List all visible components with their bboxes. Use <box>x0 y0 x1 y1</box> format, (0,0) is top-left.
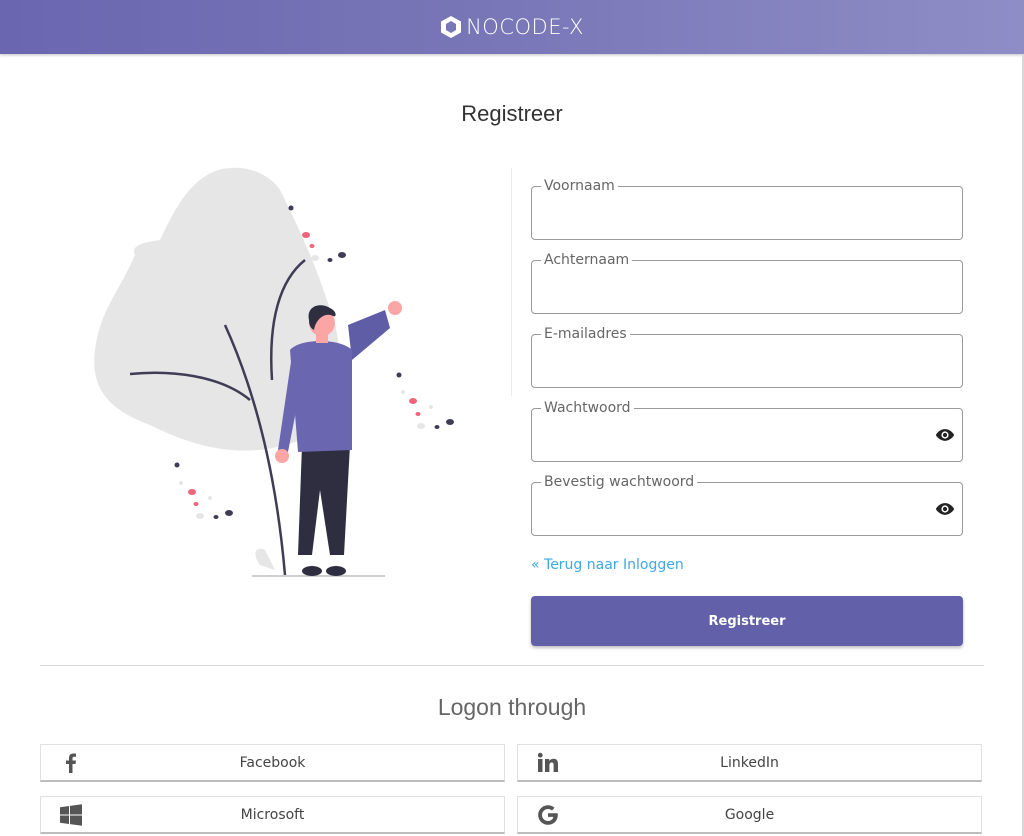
back-to-login-link[interactable]: « Terug naar Inloggen <box>531 557 684 573</box>
linkedin-login-button[interactable]: LinkedIn <box>517 744 982 782</box>
first-name-input[interactable] <box>544 201 928 227</box>
microsoft-label: Microsoft <box>240 807 305 823</box>
first-name-label: Voornaam <box>541 177 618 195</box>
section-divider <box>40 665 984 666</box>
brand-logo[interactable]: NOCODE-X <box>440 15 584 39</box>
hexagon-logo-icon <box>441 16 462 38</box>
google-label: Google <box>724 807 775 823</box>
facebook-login-button[interactable]: Facebook <box>40 744 505 782</box>
show-confirm-password-eye-icon[interactable] <box>934 499 956 519</box>
email-label: E-mailadres <box>541 325 630 343</box>
register-button[interactable]: Registreer <box>531 596 963 646</box>
google-login-button[interactable]: Google <box>517 796 982 834</box>
person-illustration <box>94 167 454 577</box>
email-field[interactable]: E-mailadres <box>531 325 963 388</box>
app-header: NOCODE-X <box>0 0 1024 54</box>
first-name-field[interactable]: Voornaam <box>531 177 963 240</box>
password-input[interactable] <box>544 423 908 449</box>
column-divider <box>511 168 512 396</box>
last-name-field[interactable]: Achternaam <box>531 251 963 314</box>
confirm-password-label: Bevestig wachtwoord <box>541 473 698 491</box>
email-input[interactable] <box>544 349 928 375</box>
linkedin-label: LinkedIn <box>720 755 779 771</box>
page-title: Registreer <box>461 101 563 126</box>
last-name-input[interactable] <box>544 275 928 301</box>
microsoft-login-button[interactable]: Microsoft <box>40 796 505 834</box>
show-password-eye-icon[interactable] <box>934 425 956 445</box>
logon-through-title: Logon through <box>437 694 587 720</box>
facebook-label: Facebook <box>239 755 306 771</box>
password-field[interactable]: Wachtwoord <box>531 399 963 462</box>
password-label: Wachtwoord <box>541 399 634 417</box>
confirm-password-input[interactable] <box>544 497 908 523</box>
brand-name: NOCODE-X <box>466 15 584 39</box>
confirm-password-field[interactable]: Bevestig wachtwoord <box>531 473 963 536</box>
last-name-label: Achternaam <box>541 251 633 269</box>
